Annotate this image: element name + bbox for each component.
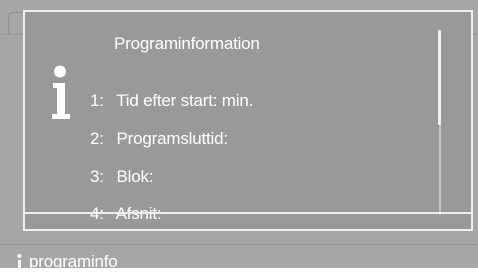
row-label: Blok: — [116, 167, 154, 186]
row-number: 4: — [90, 204, 112, 224]
info-row-block: 3: Blok: — [90, 167, 154, 187]
info-row-section: 4: Afsnit: — [90, 204, 162, 224]
row-number: 1: — [90, 91, 104, 110]
dialog-footer-divider — [25, 212, 471, 214]
row-label: Tid efter start: — [116, 91, 218, 110]
row-value: min. — [221, 91, 254, 110]
row-label: Programsluttid: — [116, 129, 229, 148]
program-info-dialog: Programinformation 1: Tid efter start: m… — [23, 10, 473, 231]
status-bar-label: programinfo — [29, 252, 118, 271]
row-number: 2: — [90, 129, 104, 148]
background-divider — [0, 244, 478, 245]
info-icon — [16, 254, 23, 271]
scrollbar-thumb[interactable] — [438, 30, 441, 125]
dialog-title: Programinformation — [114, 34, 260, 53]
info-row-time-since-start: 1: Tid efter start: min. — [90, 91, 253, 111]
info-icon — [52, 65, 70, 119]
info-row-program-end-time: 2: Programsluttid: — [90, 129, 228, 149]
row-number: 3: — [90, 167, 104, 186]
display-screen: Programinformation 1: Tid efter start: m… — [0, 0, 478, 271]
